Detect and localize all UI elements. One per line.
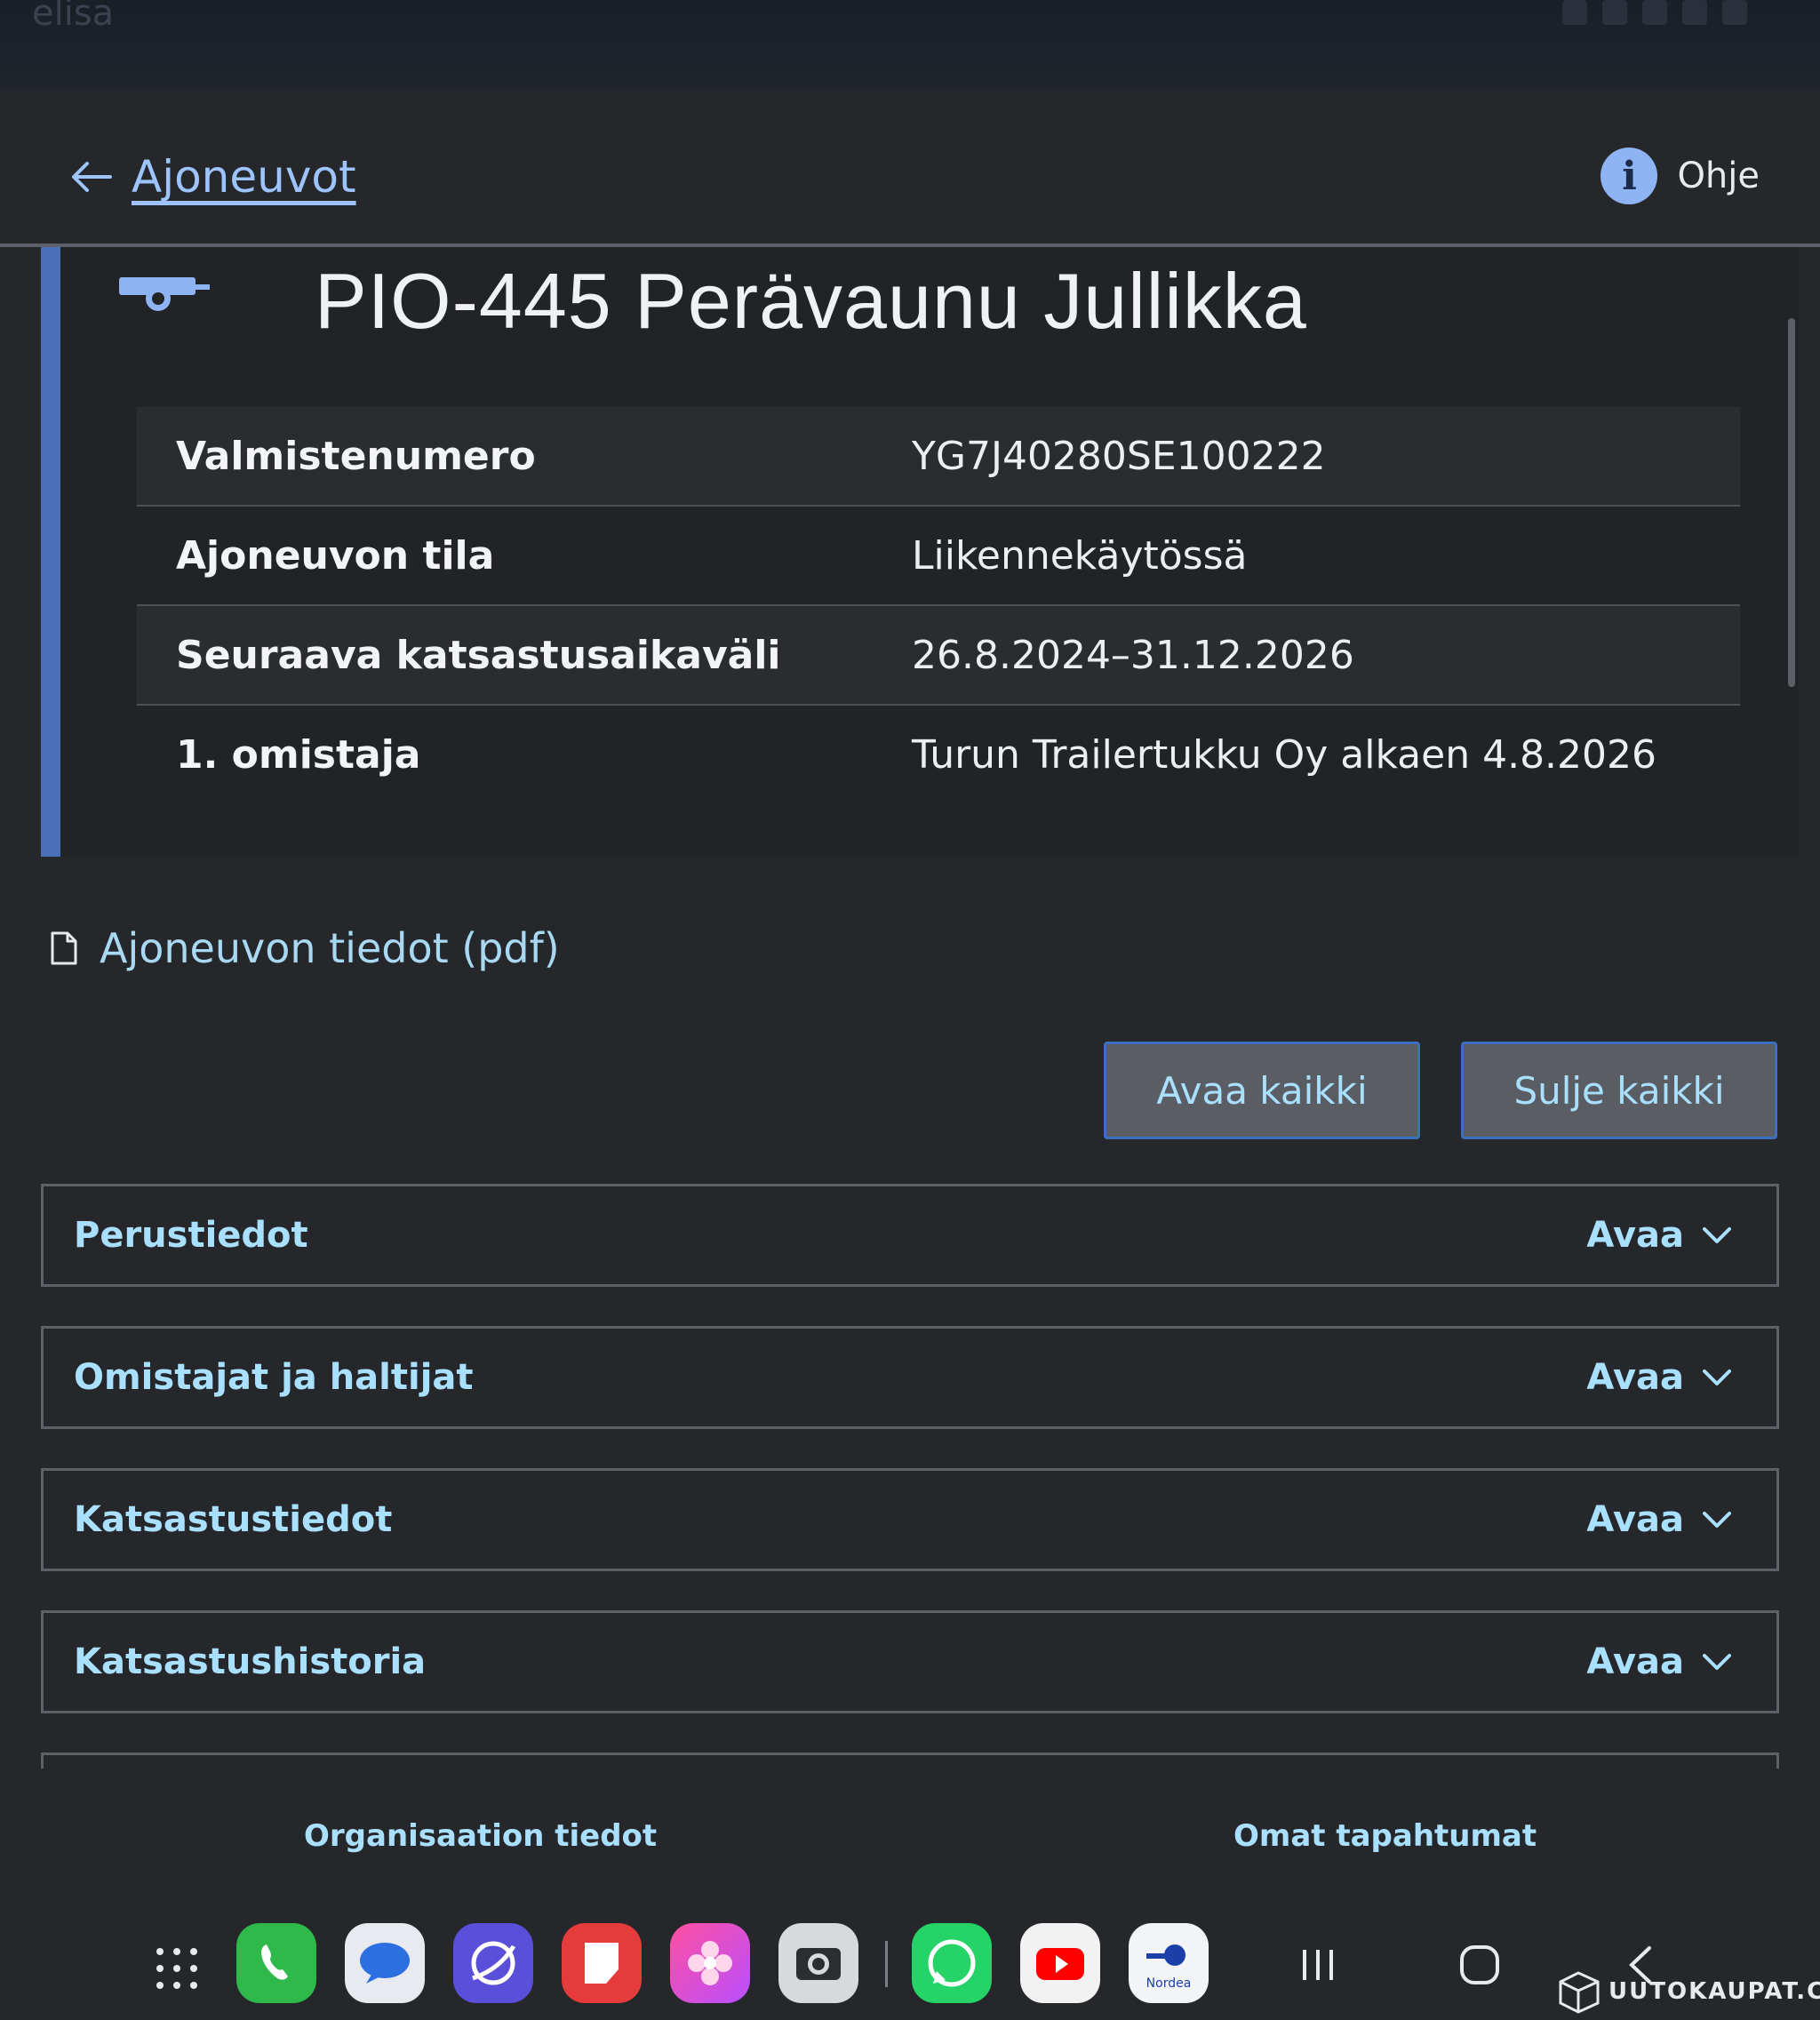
watermark-box-icon: [1559, 1971, 1600, 2014]
accordion-katsastushistoria[interactable]: Katsastushistoria Avaa: [41, 1610, 1779, 1713]
carrier-label: elisa: [32, 0, 115, 34]
row-value: 26.8.2024–31.12.2026: [912, 605, 1740, 706]
row-value: YG7J40280SE100222: [912, 407, 1740, 507]
table-row: Valmistenumero YG7J40280SE100222: [137, 407, 1740, 507]
row-label: 1. omistaja: [176, 731, 421, 778]
messages-icon[interactable]: [345, 1923, 425, 2003]
nordea-label: Nordea: [1145, 1976, 1192, 1991]
chevron-down-icon: [1703, 1227, 1731, 1243]
home-icon[interactable]: [1457, 1943, 1502, 1987]
scrollbar[interactable]: [1788, 318, 1795, 687]
system-status-icons: [1552, 0, 1783, 30]
vehicle-pdf-link[interactable]: Ajoneuvon tiedot (pdf): [50, 924, 560, 972]
accordion-title: Katsastushistoria: [74, 1641, 427, 1682]
accordion-omistajat-ja-haltijat[interactable]: Omistajat ja haltijat Avaa: [41, 1326, 1779, 1429]
table-row: 1. omistaja Turun Trailertukku Oy alkaen…: [137, 705, 1740, 803]
app-drawer-icon[interactable]: [155, 1946, 199, 1991]
document-icon: [51, 931, 77, 965]
table-row: Ajoneuvon tila Liikennekäytössä: [137, 506, 1740, 606]
nfc-icon: [1602, 0, 1628, 25]
chevron-down-icon: [1703, 1654, 1731, 1670]
chevron-down-icon: [1703, 1369, 1731, 1385]
notes-icon[interactable]: [562, 1923, 642, 2003]
bottom-navigation: Organisaation tiedot Omat tapahtumat: [0, 1768, 1820, 1884]
accordion-title: Katsastustiedot: [74, 1499, 393, 1540]
row-label: Valmistenumero: [137, 407, 912, 507]
accordion-toggle[interactable]: Avaa: [1586, 1215, 1732, 1256]
accordion-toggle[interactable]: Avaa: [1586, 1499, 1732, 1540]
help-label: Ohje: [1677, 156, 1760, 196]
app-dock: Nordea UUTOKAUPAT.COM: [0, 1884, 1820, 2020]
app-header: Ajoneuvot i Ohje: [0, 89, 1820, 247]
youtube-icon[interactable]: [1020, 1923, 1100, 2003]
phone-icon[interactable]: [236, 1923, 316, 2003]
row-value: Liikennekäytössä: [912, 506, 1740, 606]
table-row: Seuraava katsastusaikaväli 26.8.2024–31.…: [137, 605, 1740, 706]
vehicle-info-table: Valmistenumero YG7J40280SE100222 Ajoneuv…: [137, 407, 1740, 803]
accordion-toggle[interactable]: Avaa: [1586, 1641, 1732, 1682]
watermark: UUTOKAUPAT.COM: [1557, 1969, 1820, 2014]
accordion-next-partial[interactable]: [41, 1753, 1779, 1768]
vehicle-summary-card: PIO-445 Perävaunu Jullikka Valmistenumer…: [41, 247, 1799, 857]
trailer-icon: [119, 277, 210, 311]
whatsapp-icon[interactable]: [912, 1923, 992, 2003]
nav-omat-tapahtumat[interactable]: Omat tapahtumat: [1233, 1818, 1537, 1854]
vehicle-title: PIO-445 Perävaunu Jullikka: [315, 257, 1307, 345]
pdf-link-label: Ajoneuvon tiedot (pdf): [100, 924, 560, 972]
status-bar: elisa: [0, 0, 1820, 89]
accordion-toggle-label: Avaa: [1586, 1499, 1684, 1540]
wifi-icon: [1642, 0, 1668, 25]
gallery-icon[interactable]: [670, 1923, 750, 2003]
camera-icon[interactable]: [778, 1923, 858, 2003]
chevron-down-icon: [1703, 1512, 1731, 1528]
signal-icon: [1682, 0, 1708, 25]
close-all-button[interactable]: Sulje kaikki: [1461, 1042, 1777, 1139]
accordion-title: Omistajat ja haltijat: [74, 1357, 474, 1398]
accordion-toggle-label: Avaa: [1586, 1641, 1684, 1682]
recent-apps-icon[interactable]: [1296, 1943, 1340, 1987]
arrow-left-icon: [72, 162, 112, 192]
accordion-perustiedot[interactable]: Perustiedot Avaa: [41, 1184, 1779, 1287]
accordion-title: Perustiedot: [74, 1215, 308, 1256]
accordion-katsastustiedot[interactable]: Katsastustiedot Avaa: [41, 1468, 1779, 1571]
browser-icon[interactable]: [453, 1923, 533, 2003]
watermark-text: UUTOKAUPAT.COM: [1608, 1978, 1820, 2005]
back-link-ajoneuvot[interactable]: Ajoneuvot: [69, 151, 356, 203]
info-icon: i: [1600, 148, 1658, 204]
bluetooth-icon: [1562, 0, 1587, 25]
accordion-toggle-label: Avaa: [1586, 1215, 1684, 1256]
accordion-toggle-label: Avaa: [1586, 1357, 1684, 1398]
nav-organisaation-tiedot[interactable]: Organisaation tiedot: [304, 1818, 657, 1854]
dock-separator: [885, 1941, 888, 1987]
back-link-label: Ajoneuvot: [132, 151, 356, 203]
nordea-icon[interactable]: Nordea: [1129, 1923, 1209, 2003]
row-value: Turun Trailertukku Oy alkaen 4.8.2026: [912, 731, 1657, 778]
main-content: PIO-445 Perävaunu Jullikka Valmistenumer…: [0, 247, 1820, 1768]
help-button[interactable]: i Ohje: [1600, 148, 1760, 204]
row-label: Ajoneuvon tila: [137, 506, 912, 606]
row-label: Seuraava katsastusaikaväli: [137, 605, 912, 706]
accordion-toggle[interactable]: Avaa: [1586, 1357, 1732, 1398]
open-all-button[interactable]: Avaa kaikki: [1104, 1042, 1420, 1139]
battery-icon: [1722, 0, 1748, 25]
